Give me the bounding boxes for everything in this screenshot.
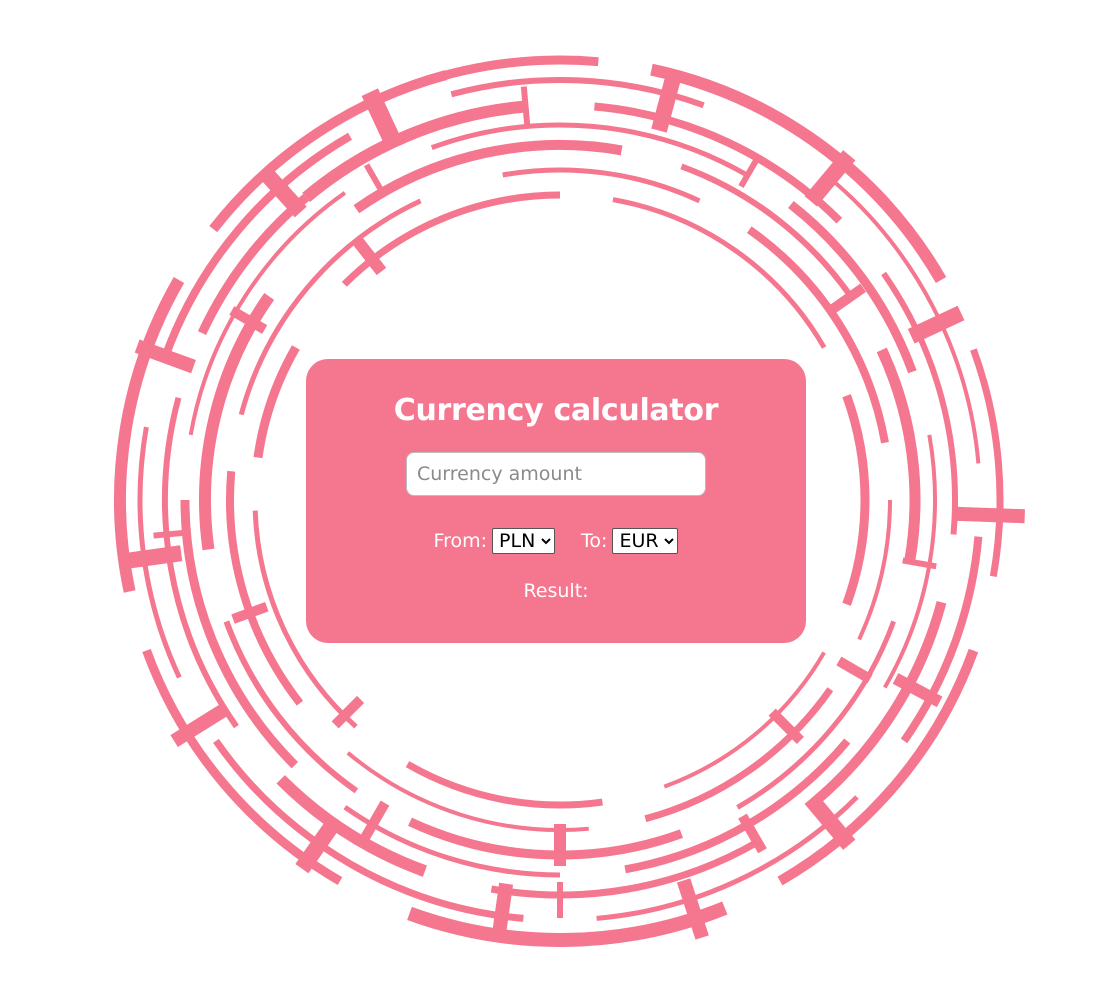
ring-tick (491, 882, 514, 940)
from-currency-select[interactable]: PLN (492, 528, 556, 554)
ring-tick (804, 793, 856, 850)
currency-selectors: From: PLN To: EUR (306, 527, 806, 555)
ring-tick (954, 506, 1025, 524)
page: Currency calculator From: PLN To: EUR Re… (0, 0, 1110, 1000)
ring-arc (408, 817, 683, 860)
ring-arc (199, 292, 275, 551)
ring-tick (363, 163, 387, 196)
ring-arc (810, 600, 947, 807)
ring-arc (842, 394, 870, 606)
result-text: Result: (306, 579, 806, 603)
ring-arc (663, 651, 826, 789)
ring-arc (612, 197, 827, 349)
ring-arc (405, 761, 603, 809)
to-currency-select[interactable]: EUR (612, 528, 679, 554)
ring-arc (777, 648, 979, 886)
ring-arc (407, 901, 728, 947)
ring-tick (125, 545, 183, 569)
to-label: To: (581, 530, 608, 552)
currency-amount-input[interactable] (406, 452, 706, 496)
from-label: From: (433, 530, 488, 552)
ring-tick (295, 814, 343, 874)
calculator-title: Currency calculator (393, 393, 719, 428)
ring-arc (253, 345, 300, 459)
ring-tick (804, 150, 856, 207)
ring-arc (353, 140, 623, 214)
ring-tick (361, 88, 404, 151)
ring-tick (676, 878, 709, 940)
ring-tick (520, 86, 531, 127)
ring-tick (907, 305, 965, 344)
ring-tick (836, 656, 873, 684)
ring-tick (231, 602, 269, 624)
result-label: Result: (523, 580, 589, 602)
ring-arc (644, 687, 834, 823)
ring-arc (226, 470, 304, 706)
calculator-card: Currency calculator From: PLN To: EUR Re… (306, 359, 806, 643)
ring-tick (153, 529, 190, 539)
